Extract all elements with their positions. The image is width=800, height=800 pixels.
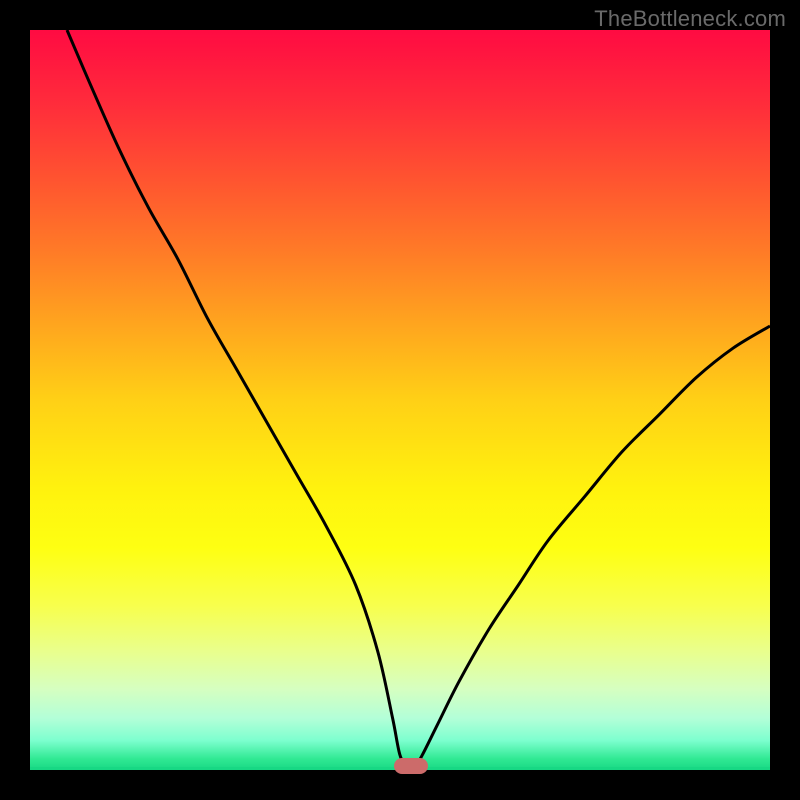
chart-plot-area <box>30 30 770 770</box>
optimal-marker <box>394 758 428 774</box>
chart-frame: TheBottleneck.com <box>0 0 800 800</box>
watermark-text: TheBottleneck.com <box>594 6 786 32</box>
